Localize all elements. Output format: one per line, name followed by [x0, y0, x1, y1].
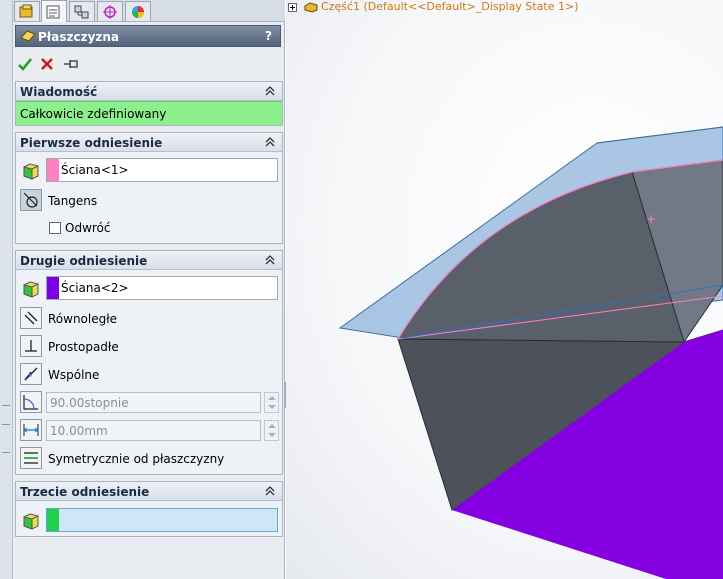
property-manager-icon: [46, 5, 60, 18]
close-icon: [41, 58, 53, 70]
third-reference-selection[interactable]: [46, 508, 278, 532]
message-group-header[interactable]: Wiadomość: [16, 82, 282, 101]
selection-color-swatch: [47, 277, 59, 299]
perpendicular-label: Prostopadłe: [48, 340, 119, 354]
group-title: Trzecie odniesienie: [20, 485, 150, 499]
coincident-label: Wspólne: [48, 368, 100, 382]
property-manager-panel: Płaszczyzna ? Wiadomość Całkowicie zdefi…: [13, 0, 285, 579]
tangent-icon: [23, 192, 38, 208]
distance-spinner[interactable]: [264, 420, 279, 441]
distance-input[interactable]: 10.00mm: [46, 420, 261, 441]
distance-button[interactable]: [20, 419, 42, 441]
collapse-chevron-icon: [265, 255, 275, 265]
distance-icon: [23, 424, 39, 436]
midplane-button[interactable]: [20, 447, 42, 469]
face-selection-icon: [20, 277, 42, 299]
help-button[interactable]: ?: [265, 29, 272, 43]
coincident-button[interactable]: [20, 363, 42, 385]
flip-label: Odwróć: [65, 221, 111, 235]
pushpin-button[interactable]: [61, 55, 83, 73]
group-title: Wiadomość: [20, 85, 98, 99]
origin-marker: +: [646, 212, 656, 226]
checkmark-icon: [18, 58, 32, 71]
second-reference-header[interactable]: Drugie odniesienie: [16, 251, 282, 270]
collapse-chevron-icon: [265, 486, 275, 496]
message-text: Całkowicie zdefiniowany: [16, 101, 282, 125]
flip-checkbox[interactable]: [49, 222, 61, 234]
group-title: Drugie odniesienie: [20, 254, 148, 268]
angle-input[interactable]: 90.00stopnie: [46, 392, 261, 413]
feature-manager-tab[interactable]: [14, 1, 40, 21]
dimxpert-tab[interactable]: [97, 1, 123, 21]
tangent-label: Tangens: [48, 194, 98, 208]
page-title: Płaszczyzna: [38, 30, 120, 44]
left-side-strip: [0, 0, 13, 579]
third-reference-group: Trzecie odniesienie: [15, 481, 283, 537]
third-reference-header[interactable]: Trzecie odniesienie: [16, 482, 282, 501]
collapse-chevron-icon: [265, 137, 275, 147]
dimxpert-icon: [103, 4, 117, 19]
tangent-button[interactable]: [20, 189, 42, 211]
first-reference-group: Pierwsze odniesienie Ściana<1> Tangens O…: [15, 132, 283, 244]
configuration-manager-tab[interactable]: [69, 1, 95, 21]
configuration-manager-icon: [74, 5, 89, 18]
first-reference-header[interactable]: Pierwsze odniesienie: [16, 133, 282, 152]
perpendicular-icon: [25, 340, 37, 352]
parallel-button[interactable]: [20, 307, 42, 329]
graphics-area[interactable]: Część1 (Default<<Default>_Display State …: [286, 0, 723, 579]
coincident-icon: [24, 367, 38, 381]
parallel-icon: [24, 311, 38, 325]
strip-mark: [2, 405, 10, 406]
message-group: Wiadomość Całkowicie zdefiniowany: [15, 81, 283, 126]
face-selection-icon: [20, 159, 42, 181]
pushpin-icon: [64, 60, 78, 68]
display-manager-tab[interactable]: [125, 1, 151, 21]
ok-button[interactable]: [16, 55, 34, 73]
plane-feature-icon: [20, 29, 36, 46]
midplane-label: Symetrycznie od płaszczyzny: [48, 452, 225, 466]
cancel-button[interactable]: [38, 55, 56, 73]
group-title: Pierwsze odniesienie: [20, 136, 163, 150]
first-reference-selection[interactable]: Ściana<1>: [46, 158, 278, 182]
angle-button[interactable]: [20, 391, 42, 413]
property-manager-title-bar: Płaszczyzna ?: [15, 25, 281, 47]
manager-tabs: [13, 0, 285, 22]
model-viewport: +: [338, 126, 723, 579]
selection-color-swatch: [47, 509, 59, 531]
selection-text: Ściana<2>: [61, 281, 129, 295]
display-manager-icon: [132, 5, 144, 18]
selection-text: Ściana<1>: [61, 163, 129, 177]
property-manager-tab[interactable]: [41, 0, 67, 22]
parallel-label: Równoległe: [48, 312, 118, 326]
angle-icon: [23, 395, 38, 410]
feature-manager-icon: [19, 4, 33, 17]
strip-mark: [2, 452, 10, 453]
selection-color-swatch: [47, 159, 59, 181]
perpendicular-button[interactable]: [20, 335, 42, 357]
face-selection-icon: [20, 509, 42, 531]
midplane-icon: [24, 452, 38, 464]
second-reference-selection[interactable]: Ściana<2>: [46, 276, 278, 300]
collapse-chevron-icon: [265, 86, 275, 96]
strip-mark: [2, 424, 10, 425]
angle-spinner[interactable]: [264, 392, 279, 413]
second-reference-group: Drugie odniesienie Ściana<2> Równoległe …: [15, 250, 283, 475]
